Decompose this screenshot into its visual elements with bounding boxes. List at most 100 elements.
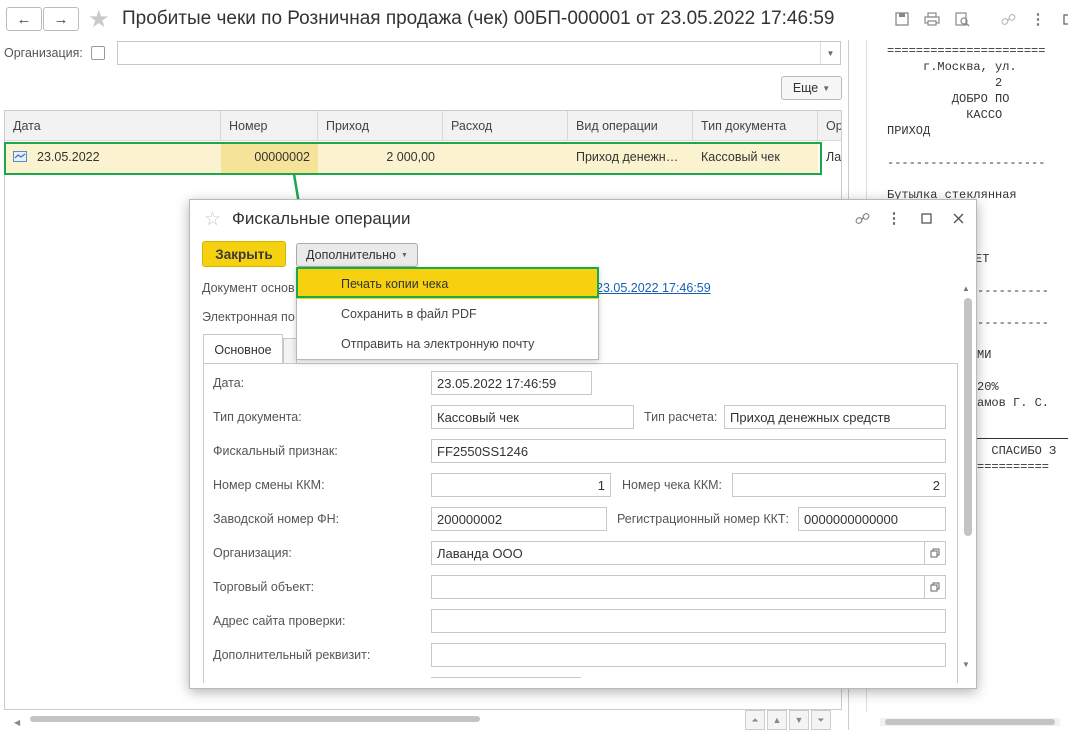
receipt-line: ---------- (977, 316, 1050, 330)
favorite-star-icon[interactable]: ★ (88, 5, 110, 34)
column-header-number[interactable]: Номер (221, 111, 318, 141)
kkt-number-field[interactable]: 0000000000000 (798, 507, 946, 531)
check-number-field[interactable]: 2 (732, 473, 946, 497)
scroll-bottom-icon[interactable]: ⏷ (811, 710, 831, 730)
receipt-line: ---------------------- (887, 156, 1046, 170)
column-header-expense[interactable]: Расход (443, 111, 568, 141)
dialog-maximize-icon[interactable] (914, 206, 938, 230)
extra-attribute-label: Дополнительный реквизит: (213, 648, 371, 662)
receipt-line: ========== (977, 460, 1050, 474)
more-button-label: Еще (792, 81, 819, 95)
scroll-down-icon[interactable]: ▼ (789, 710, 809, 730)
tab-main[interactable]: Основное (203, 334, 283, 364)
tab-left-border (203, 363, 204, 683)
print-icon[interactable] (920, 7, 944, 31)
organization-label: Организация: (213, 546, 292, 560)
check-number-label: Номер чека ККМ: (622, 478, 723, 492)
receipt-line: амов Г. С. (977, 396, 1050, 410)
column-header-doc-type[interactable]: Тип документа (693, 111, 818, 141)
org-filter-input[interactable] (117, 41, 841, 65)
chevron-down-icon: ▼ (822, 83, 831, 93)
dropdown-arrow-icon[interactable]: ▼ (820, 42, 840, 64)
table-nav-buttons: ⏶ ▲ ▼ ⏷ (745, 710, 831, 730)
maximize-icon[interactable] (1056, 7, 1068, 31)
menu-item-send-email[interactable]: Отправить на электронную почту (297, 329, 599, 359)
additional-button-label: Дополнительно (306, 248, 397, 262)
scroll-up-icon[interactable]: ▲ (962, 284, 970, 293)
column-header-operation[interactable]: Вид операции (568, 111, 693, 141)
calc-type-field[interactable]: Приход денежных средств (724, 405, 946, 429)
chevron-down-icon: ▼ (401, 251, 408, 259)
additional-button[interactable]: Дополнительно ▼ (296, 243, 418, 267)
fn-number-field[interactable]: 200000002 (431, 507, 607, 531)
open-organization-icon[interactable] (925, 541, 946, 565)
doc-type-label: Тип документа: (213, 410, 302, 424)
shift-number-label: Номер смены ККМ: (213, 478, 325, 492)
receipt-line: СПАСИБО З (977, 444, 1057, 458)
date-label: Дата: (213, 376, 245, 390)
scroll-top-icon[interactable]: ⏶ (745, 710, 765, 730)
tab-right-border (957, 363, 958, 683)
doc-type-field[interactable]: Кассовый чек (431, 405, 634, 429)
kkt-number-label: Регистрационный номер ККТ: (617, 512, 789, 526)
check-site-field[interactable] (431, 609, 946, 633)
scroll-left-icon[interactable]: ◀ (14, 718, 22, 727)
trade-object-label: Торговый объект: (213, 580, 315, 594)
email-label: Электронная по (202, 310, 295, 324)
fiscal-sign-label: Фискальный признак: (213, 444, 338, 458)
column-header-org[interactable]: Ор (818, 111, 841, 141)
extra-attribute-field[interactable] (431, 643, 946, 667)
receipt-line: г.Москва, ул. (887, 60, 1017, 74)
dialog-vertical-scrollbar[interactable] (964, 298, 972, 536)
tab-second[interactable] (283, 338, 297, 364)
receipt-line: ЕТ (975, 252, 990, 266)
scroll-up-icon[interactable]: ▲ (767, 710, 787, 730)
dialog-close-icon[interactable] (946, 206, 970, 230)
organization-field[interactable]: Лаванда ООО (431, 541, 925, 565)
scroll-down-icon[interactable]: ▼ (962, 660, 970, 669)
shift-number-field[interactable]: 1 (431, 473, 611, 497)
window-toolbar: ⋮ (890, 7, 1068, 31)
open-trade-object-icon[interactable] (925, 575, 946, 599)
receipt-rule (977, 438, 1068, 439)
fn-number-label: Заводской номер ФН: (213, 512, 340, 526)
dialog-link-icon[interactable] (850, 206, 874, 230)
trade-object-field[interactable] (431, 575, 925, 599)
doc-basis-label: Документ основ (202, 281, 295, 295)
more-vertical-icon[interactable]: ⋮ (1026, 7, 1050, 31)
fiscal-sign-field[interactable]: FF2550SS1246 (431, 439, 946, 463)
receipt-line: КАССО (887, 108, 1003, 122)
link-icon[interactable] (996, 7, 1020, 31)
column-header-date[interactable]: Дата (5, 111, 221, 141)
row-highlight-frame (4, 142, 822, 175)
more-button[interactable]: Еще ▼ (781, 76, 842, 100)
receipt-line: 2 (887, 76, 1003, 90)
back-button[interactable]: ← (6, 7, 42, 31)
org-filter-checkbox[interactable] (91, 46, 105, 60)
column-header-income[interactable]: Приход (318, 111, 443, 141)
save-icon[interactable] (890, 7, 914, 31)
org-filter-label: Организация: (4, 46, 83, 60)
date-field[interactable]: 23.05.2022 17:46:59 (431, 371, 592, 395)
close-button[interactable]: Закрыть (202, 241, 286, 267)
calc-type-label: Тип расчета: (644, 410, 718, 424)
receipt-line: 20% (977, 380, 999, 394)
receipt-line: МИ (977, 348, 992, 362)
receipt-line: ---------- (977, 284, 1050, 298)
menu-highlight-frame (296, 267, 599, 298)
receipt-horizontal-scrollbar[interactable] (885, 719, 1055, 725)
doc-basis-link[interactable]: 23.05.2022 17:46:59 (596, 281, 711, 295)
arrow-left-icon: ← (16, 10, 32, 28)
dialog-window-controls: ⋮ (850, 206, 970, 230)
dialog-more-vertical-icon[interactable]: ⋮ (882, 206, 906, 230)
forward-button[interactable]: → (43, 7, 79, 31)
toolbar-separator (980, 7, 990, 31)
receipt-line: ====================== (887, 44, 1046, 58)
tab-divider (203, 363, 958, 364)
next-field-edge (431, 677, 581, 687)
preview-icon[interactable] (950, 7, 974, 31)
dialog-favorite-star-icon[interactable]: ☆ (204, 208, 221, 231)
menu-item-save-pdf[interactable]: Сохранить в файл PDF (297, 299, 599, 329)
arrow-right-icon: → (53, 10, 69, 28)
horizontal-scrollbar[interactable] (30, 716, 480, 722)
